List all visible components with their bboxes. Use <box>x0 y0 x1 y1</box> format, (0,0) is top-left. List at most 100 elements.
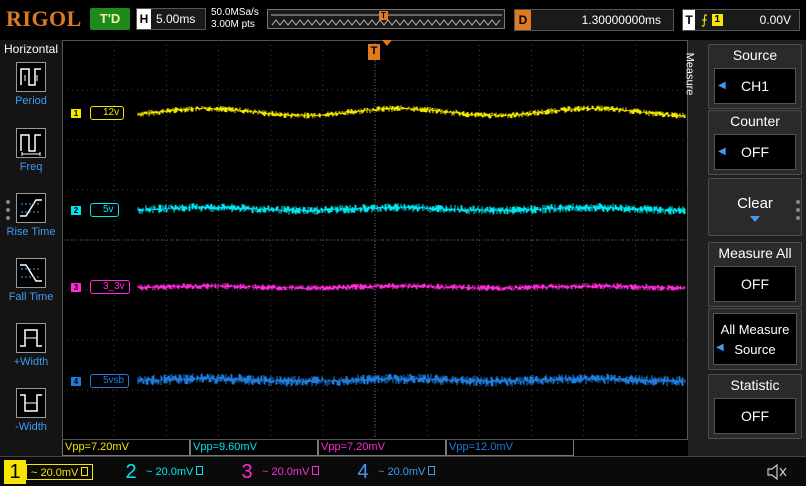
memory-trigger-marker: T <box>379 11 388 20</box>
all-measure-line1: All Measure <box>720 322 790 337</box>
select-arrow-icon: ◀ <box>718 80 726 91</box>
measurement-results: Vpp=7.20mV Vpp=9.60mV Vpp=7.20mV Vpp=12.… <box>62 440 688 456</box>
run-state-badge[interactable]: T'D <box>90 8 130 30</box>
trigger-tag: T <box>683 10 695 30</box>
ch2-label[interactable]: 5v <box>90 203 119 217</box>
neg-width-button[interactable]: -Width <box>4 388 58 433</box>
measure-menu-tab: Measure <box>683 46 706 106</box>
brand-logo: RIGOL <box>6 6 82 31</box>
status-bar: RIGOL T'D H 5.00ms 50.0MSa/s 3.00M pts T… <box>0 0 806 40</box>
delay-readout[interactable]: D 1.30000000ms <box>514 9 674 31</box>
source-menu-button[interactable]: Source ◀ CH1 <box>708 44 802 109</box>
horizontal-tag: H <box>137 9 151 29</box>
ch2-scale: 20.0mV <box>155 466 194 478</box>
waveform-display[interactable] <box>62 40 688 440</box>
bandwidth-limit-icon <box>428 466 436 475</box>
memory-depth: 3.00M pts <box>211 19 255 30</box>
measure-all-title: Measure All <box>718 245 792 261</box>
rise-time-button[interactable]: Rise Time <box>4 193 58 238</box>
ch4-trace <box>137 373 686 387</box>
ch3-label[interactable]: 3_3v <box>90 280 130 294</box>
ch4-scale-box: ~ 20.0mV <box>374 464 439 480</box>
all-measure-source-button[interactable]: ◀ All Measure Source <box>708 308 802 370</box>
measure-all-button[interactable]: Measure All OFF <box>708 242 802 307</box>
fall-time-button[interactable]: Fall Time <box>4 258 58 303</box>
ch2-vpp[interactable]: Vpp=9.60mV <box>190 440 318 456</box>
source-title: Source <box>732 47 778 63</box>
ch3-scale: 20.0mV <box>271 466 310 478</box>
clear-button[interactable]: Clear <box>708 178 802 236</box>
submenu-arrow-icon <box>750 216 760 222</box>
graticule <box>62 40 688 440</box>
fall-time-label: Fall Time <box>8 291 54 303</box>
horizontal-measure-panel: Horizontal Period Freq Rise Time Fall Ti… <box>0 40 62 456</box>
memory-overview[interactable]: T <box>267 9 505 29</box>
ch4-vpp[interactable]: Vpp=12.0mV <box>446 440 574 456</box>
ch3-scale-box: ~ 20.0mV <box>258 464 323 480</box>
delay-value: 1.30000000ms <box>581 13 661 27</box>
select-arrow-icon: ◀ <box>718 146 726 157</box>
timebase-value: 5.00ms <box>156 12 196 26</box>
all-measure-line2: Source <box>734 342 776 357</box>
period-button[interactable]: Period <box>4 62 58 107</box>
bandwidth-limit-icon <box>196 466 204 475</box>
ch2-chip[interactable]: 2 ~ 20.0mV <box>120 460 207 484</box>
all-measure-source-box: ◀ All Measure Source <box>713 313 797 365</box>
bandwidth-limit-icon <box>312 466 320 475</box>
speaker-mute-icon[interactable] <box>764 462 790 482</box>
sample-rate: 50.0MSa/s <box>211 7 259 18</box>
clear-label: Clear <box>737 195 773 212</box>
ch1-scale: 20.0mV <box>40 467 79 479</box>
trigger-readout[interactable]: T ⨍ 1 0.00V <box>682 9 800 31</box>
left-panel-title: Horizontal <box>4 42 59 56</box>
ch2-indicator: 2 <box>71 206 81 215</box>
trigger-position-arrow <box>382 40 392 46</box>
statistic-value-box: OFF <box>714 398 796 434</box>
pos-width-icon <box>16 323 46 353</box>
rise-time-icon <box>16 193 46 223</box>
rising-edge-icon: ⨍ <box>701 12 708 27</box>
freq-label: Freq <box>19 161 43 173</box>
neg-width-icon <box>16 388 46 418</box>
select-arrow-icon: ◀ <box>716 342 724 353</box>
ch3-vpp[interactable]: Vpp=7.20mV <box>318 440 446 456</box>
ch4-indicator: 4 <box>71 377 81 386</box>
source-value: CH1 <box>740 78 769 94</box>
neg-width-label: -Width <box>15 421 47 433</box>
ch2-scale-box: ~ 20.0mV <box>142 464 207 480</box>
counter-title: Counter <box>730 113 780 129</box>
measure-all-value: OFF <box>741 276 769 292</box>
freq-button[interactable]: Freq <box>4 128 58 173</box>
ch4-chip[interactable]: 4 ~ 20.0mV <box>352 460 439 484</box>
counter-menu-button[interactable]: Counter ◀ OFF <box>708 110 802 175</box>
counter-value: OFF <box>741 144 769 160</box>
pos-width-button[interactable]: +Width <box>4 323 58 368</box>
ch1-indicator: 1 <box>71 109 81 118</box>
ch1-label[interactable]: 12v <box>90 106 125 120</box>
trigger-level: 0.00V <box>759 13 791 27</box>
ch4-scale: 20.0mV <box>387 466 426 478</box>
horizontal-timebase[interactable]: H 5.00ms <box>136 8 206 30</box>
trigger-marker[interactable]: T <box>368 44 380 60</box>
ch2-number: 2 <box>125 460 137 483</box>
ch1-chip[interactable]: 1 ~ 20.0mV <box>4 460 108 484</box>
channel-bar: 1 ~ 20.0mV 2 ~ 20.0mV 3 ~ 20.0mV 4 ~ 20.… <box>0 456 806 486</box>
period-icon <box>16 62 46 92</box>
statistic-title: Statistic <box>730 377 780 393</box>
period-label: Period <box>15 95 47 107</box>
pos-width-label: +Width <box>13 356 49 368</box>
ch4-number: 4 <box>357 460 369 483</box>
ch1-scale-box: ~ 20.0mV <box>26 464 94 480</box>
bandwidth-limit-icon <box>81 467 89 476</box>
ch3-number: 3 <box>241 460 253 483</box>
rise-time-label: Rise Time <box>6 226 56 238</box>
statistic-button[interactable]: Statistic OFF <box>708 374 802 439</box>
measure-all-value-box: OFF <box>714 266 796 302</box>
ch4-label[interactable]: 5vsb <box>90 374 130 388</box>
sample-info: 50.0MSa/s 3.00M pts <box>211 7 259 31</box>
counter-value-box: ◀ OFF <box>714 134 796 170</box>
ch1-vpp[interactable]: Vpp=7.20mV <box>62 440 190 456</box>
menu-title: Measure <box>683 52 696 96</box>
source-value-box: ◀ CH1 <box>714 68 796 104</box>
ch3-chip[interactable]: 3 ~ 20.0mV <box>236 460 323 484</box>
